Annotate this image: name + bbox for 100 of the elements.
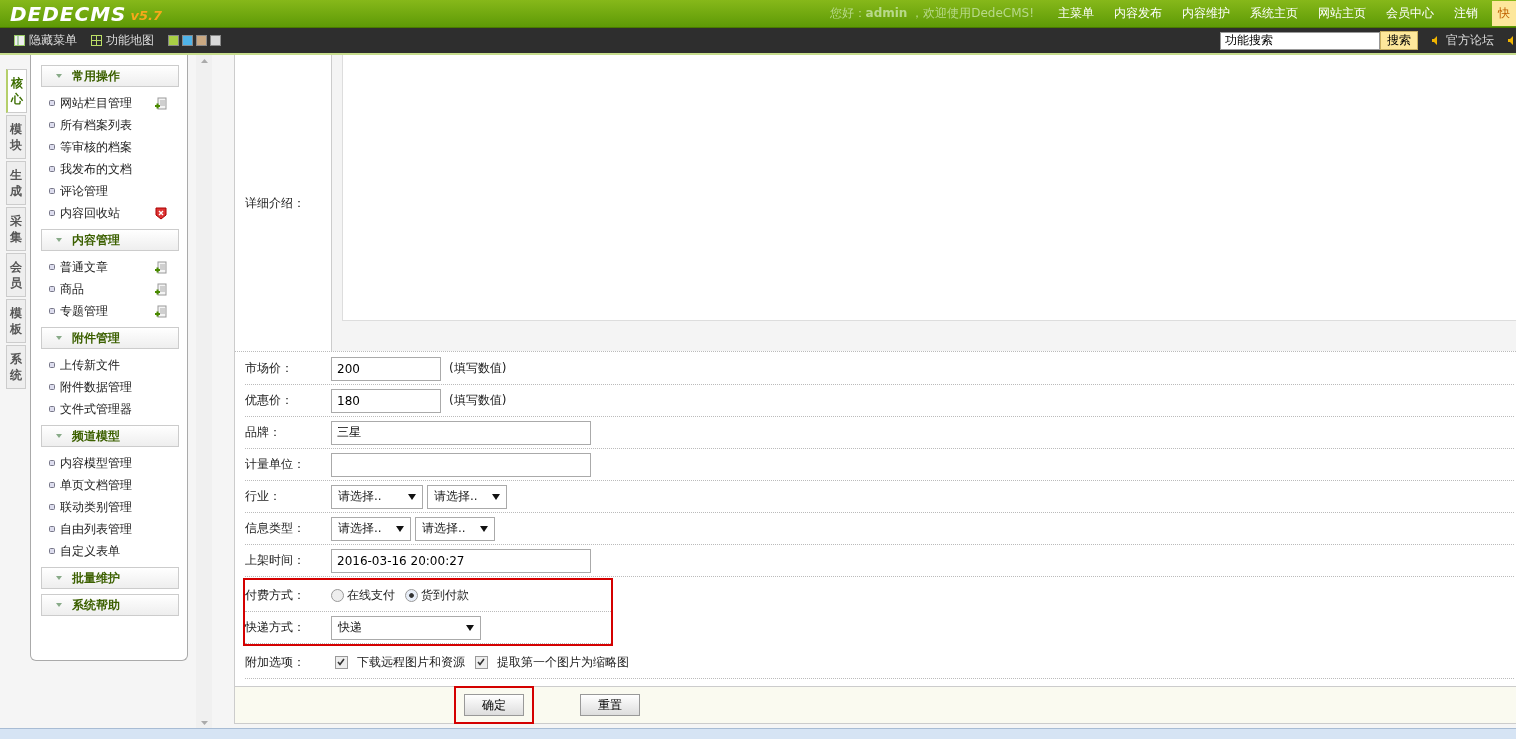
text-field[interactable]: 200: [331, 356, 441, 381]
scroll-up-icon[interactable]: [200, 59, 208, 63]
field-label: 附加选项：: [245, 654, 306, 671]
search-button[interactable]: 搜索: [1380, 31, 1418, 50]
menu-item[interactable]: 网站栏目管理: [60, 94, 132, 112]
bullet-icon: [49, 144, 55, 150]
menu-section-header[interactable]: 常用操作: [41, 65, 179, 87]
bullet-icon: [49, 286, 55, 292]
side-tab[interactable]: 模块: [6, 115, 26, 159]
toolbar-item[interactable]: 功能地图: [106, 32, 154, 49]
field-label: 计量单位：: [245, 456, 306, 473]
menu-section-header[interactable]: 附件管理: [41, 327, 179, 349]
bullet-icon: [49, 526, 55, 532]
skin-swatch[interactable]: [210, 35, 221, 46]
skin-swatch[interactable]: [168, 35, 179, 46]
radio-button[interactable]: [331, 589, 344, 602]
menu-item[interactable]: 评论管理: [60, 182, 108, 200]
delete-icon[interactable]: [155, 206, 167, 220]
bullet-icon: [49, 362, 55, 368]
dropdown-arrow-icon: [480, 525, 488, 532]
form-button[interactable]: 重置: [580, 694, 640, 716]
caret-icon: [56, 576, 62, 580]
field-label: 上架时间：: [245, 552, 306, 569]
menu-item[interactable]: 内容回收站: [60, 204, 120, 222]
select-field[interactable]: 请选择..: [415, 516, 495, 541]
logo: DEDECMS: [10, 1, 127, 26]
dropdown-arrow-icon: [408, 493, 416, 500]
menu-item[interactable]: 附件数据管理: [60, 378, 132, 396]
select-field[interactable]: 快递: [331, 615, 481, 640]
text-field[interactable]: 2016-03-16 20:00:27: [331, 548, 591, 573]
shortcut-button[interactable]: 快: [1492, 1, 1516, 26]
radio-button[interactable]: [405, 589, 418, 602]
field-label: 详细介绍：: [244, 194, 306, 212]
dropdown-arrow-icon: [396, 525, 404, 532]
menu-item[interactable]: 专题管理: [60, 302, 108, 320]
menu-item[interactable]: 等审核的档案: [60, 138, 132, 156]
checkbox-label[interactable]: 下载远程图片和资源: [357, 654, 465, 671]
speaker-icon: [1432, 36, 1440, 45]
add-icon[interactable]: [155, 96, 167, 110]
radio-label[interactable]: 货到付款: [421, 587, 469, 604]
bullet-icon: [49, 100, 55, 106]
search-field[interactable]: 功能搜索: [1220, 31, 1380, 50]
forum-link[interactable]: 官方论坛: [1446, 32, 1494, 49]
skin-swatch[interactable]: [182, 35, 193, 46]
bullet-icon: [49, 308, 55, 314]
bullet-icon: [49, 188, 55, 194]
menu-item[interactable]: 自由列表管理: [60, 520, 132, 538]
field-label: 市场价：: [245, 360, 294, 377]
bullet-icon: [49, 460, 55, 466]
field-label: 品牌：: [245, 424, 282, 441]
scrollbar[interactable]: [196, 55, 212, 729]
speaker-icon: [1508, 36, 1516, 45]
bullet-icon: [49, 504, 55, 510]
menu-item[interactable]: 上传新文件: [60, 356, 120, 374]
menu-item[interactable]: 所有档案列表: [60, 116, 132, 134]
side-tab[interactable]: 生成: [6, 161, 26, 205]
menu-section-header[interactable]: 批量维护: [41, 567, 179, 589]
menu-item[interactable]: 单页文档管理: [60, 476, 132, 494]
text-field[interactable]: 三星: [331, 420, 591, 445]
menu-section-header[interactable]: 频道模型: [41, 425, 179, 447]
toolbar-item[interactable]: 隐藏菜单: [29, 32, 77, 49]
side-tab[interactable]: 会员: [6, 253, 26, 297]
select-field[interactable]: 请选择..: [331, 516, 411, 541]
menu-item[interactable]: 我发布的文档: [60, 160, 132, 178]
text-field[interactable]: [331, 452, 591, 477]
side-tab[interactable]: 模板: [6, 299, 26, 343]
field-label: 付费方式：: [245, 587, 306, 604]
select-field[interactable]: 请选择..: [427, 484, 507, 509]
radio-label[interactable]: 在线支付: [347, 587, 395, 604]
checkbox[interactable]: [475, 656, 488, 669]
side-tab[interactable]: 系统: [6, 345, 26, 389]
caret-icon: [56, 336, 62, 340]
menu-section-header[interactable]: 系统帮助: [41, 594, 179, 616]
skin-swatch[interactable]: [196, 35, 207, 46]
field-label: 优惠价：: [245, 392, 294, 409]
field-label: 行业：: [245, 488, 282, 505]
bullet-icon: [49, 482, 55, 488]
checkbox-label[interactable]: 提取第一个图片为缩略图: [497, 654, 629, 671]
bullet-icon: [49, 548, 55, 554]
menu-item[interactable]: 自定义表单: [60, 542, 120, 560]
form-button[interactable]: 确定: [464, 694, 524, 716]
scroll-down-icon[interactable]: [200, 721, 208, 725]
bullet-icon: [49, 166, 55, 172]
add-icon[interactable]: [155, 304, 167, 318]
menu-item[interactable]: 联动类别管理: [60, 498, 132, 516]
menu-section-header[interactable]: 内容管理: [41, 229, 179, 251]
add-icon[interactable]: [155, 282, 167, 296]
side-tab[interactable]: 核心: [6, 69, 27, 113]
menu-item[interactable]: 商品: [60, 280, 84, 298]
menu-item[interactable]: 普通文章: [60, 258, 108, 276]
side-tab[interactable]: 采集: [6, 207, 26, 251]
menu-item[interactable]: 内容模型管理: [60, 454, 132, 472]
select-field[interactable]: 请选择..: [331, 484, 423, 509]
caret-icon: [56, 74, 62, 78]
menu-item[interactable]: 文件式管理器: [60, 400, 132, 418]
bullet-icon: [49, 264, 55, 270]
text-field[interactable]: 180: [331, 388, 441, 413]
add-icon[interactable]: [155, 260, 167, 274]
caret-icon: [56, 603, 62, 607]
checkbox[interactable]: [335, 656, 348, 669]
